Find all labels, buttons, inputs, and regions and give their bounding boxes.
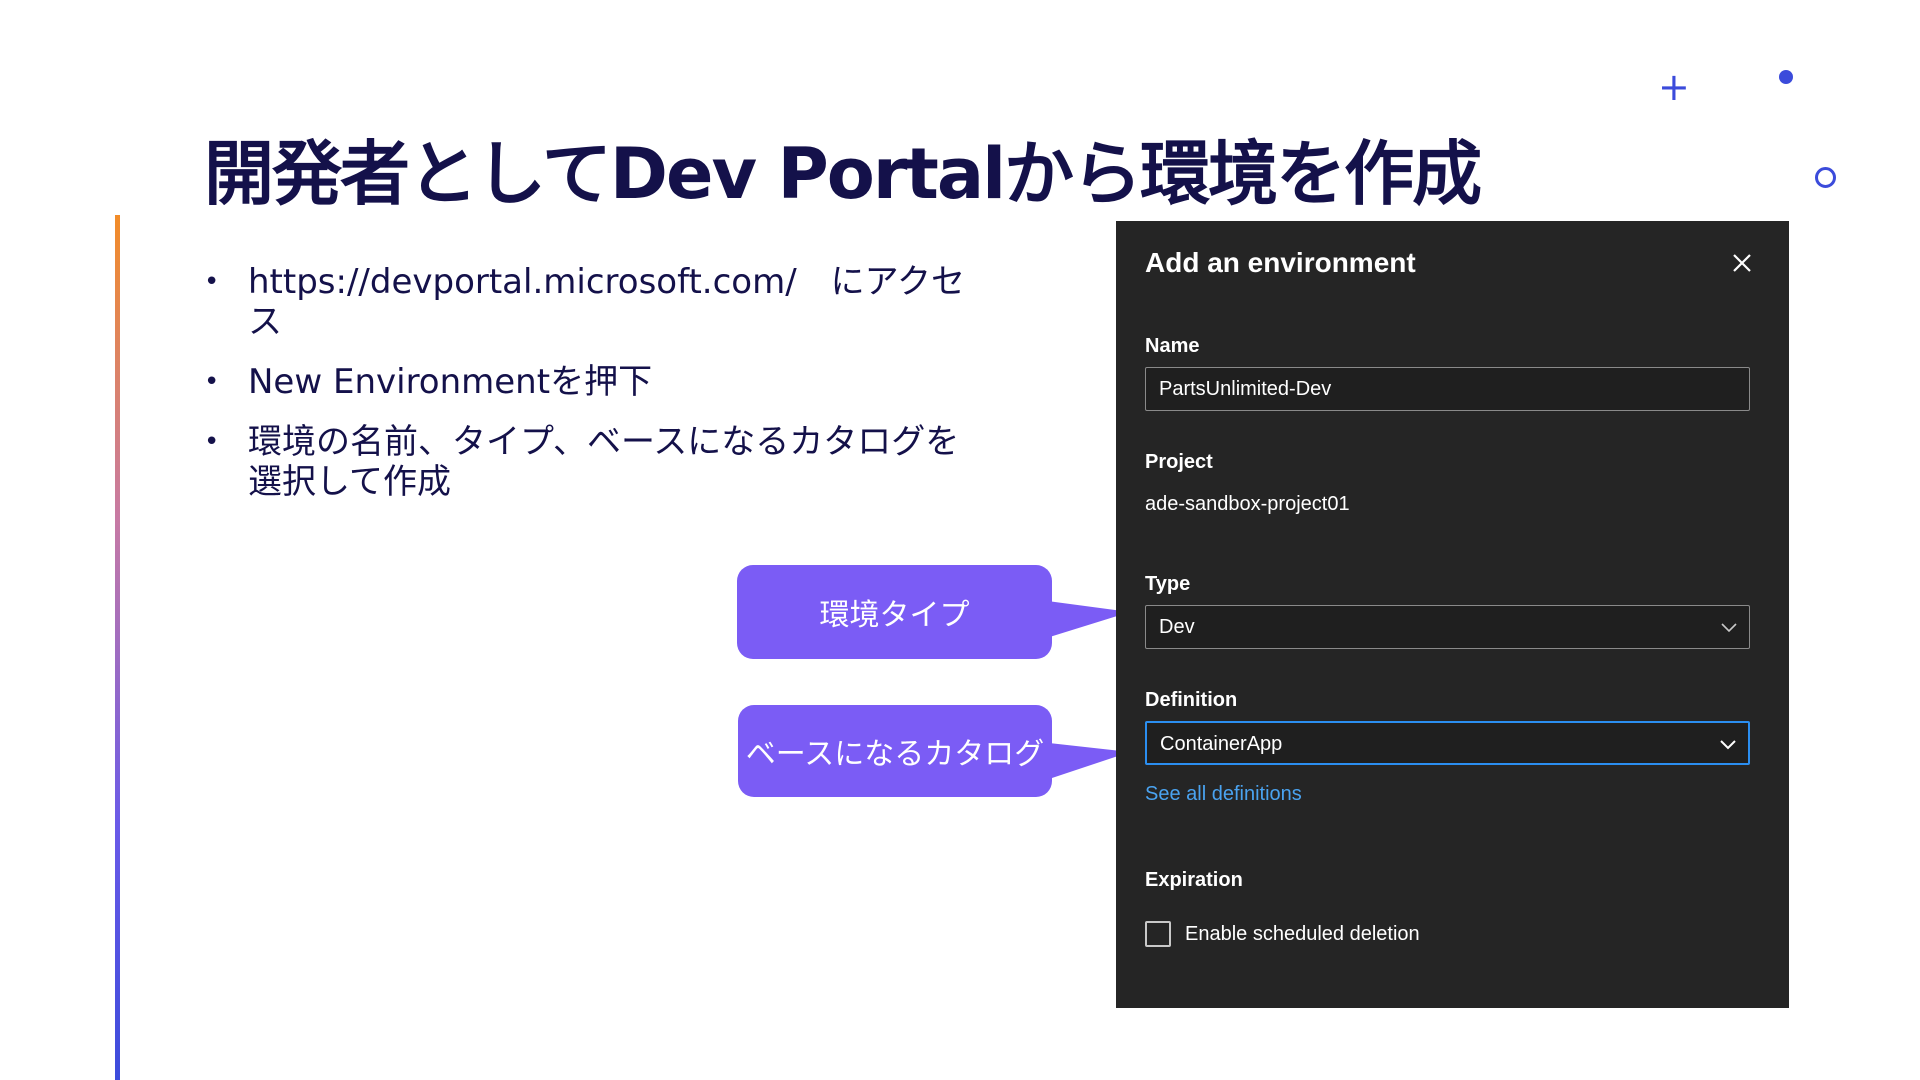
add-environment-dialog: Add an environment Name Project ade-sand… (1116, 221, 1789, 1008)
scheduled-deletion-checkbox[interactable] (1145, 921, 1171, 947)
close-button[interactable] (1728, 249, 1756, 277)
callout-type-label: 環境タイプ (819, 598, 970, 633)
bullet-text: New Environmentを押下 (248, 362, 653, 402)
bullet-marker: • (204, 267, 220, 297)
bullet-marker: • (204, 427, 220, 457)
scheduled-deletion-row[interactable]: Enable scheduled deletion (1145, 921, 1420, 947)
bullet-item: • https://devportal.microsoft.com/ にアクセス (204, 262, 984, 342)
callout-catalog-label: ベースになるカタログ (745, 737, 1045, 772)
dialog-title: Add an environment (1145, 247, 1416, 278)
bullet-marker: • (204, 367, 220, 397)
bullet-text: https://devportal.microsoft.com/ にアクセス (248, 262, 965, 342)
dot-decoration-icon (1779, 70, 1793, 84)
accent-line (115, 215, 120, 1080)
bullet-item: • 環境の名前、タイプ、ベースになるカタログを選択して作成 (204, 422, 984, 502)
bullet-list: • https://devportal.microsoft.com/ にアクセス… (204, 262, 984, 522)
callout-base-catalog: ベースになるカタログ (738, 705, 1052, 797)
slide-title: 開発者としてDev Portalから環境を作成 (204, 133, 1482, 215)
type-dropdown[interactable]: Dev (1145, 605, 1750, 649)
callout-environment-type: 環境タイプ (737, 565, 1052, 659)
bullet-item: • New Environmentを押下 (204, 362, 984, 402)
plus-decoration-icon: + (1658, 65, 1690, 109)
project-value: ade-sandbox-project01 (1145, 493, 1350, 515)
close-icon (1733, 254, 1751, 272)
chevron-down-icon (1721, 623, 1737, 633)
scheduled-deletion-label: Enable scheduled deletion (1185, 922, 1420, 945)
bullet-text: 環境の名前、タイプ、ベースになるカタログを選択して作成 (248, 422, 960, 502)
definition-selected-value: ContainerApp (1160, 733, 1283, 755)
expiration-label: Expiration (1145, 869, 1243, 891)
see-all-definitions-link[interactable]: See all definitions (1145, 783, 1302, 806)
definition-label: Definition (1145, 689, 1238, 711)
type-label: Type (1145, 573, 1191, 595)
definition-dropdown[interactable]: ContainerApp (1145, 721, 1750, 765)
type-selected-value: Dev (1159, 616, 1195, 638)
slide: 開発者としてDev Portalから環境を作成 + • https://devp… (0, 0, 1920, 1080)
project-label: Project (1145, 451, 1213, 473)
ring-decoration-icon (1815, 167, 1836, 188)
name-input[interactable] (1145, 367, 1750, 411)
chevron-down-icon (1720, 740, 1736, 750)
name-label: Name (1145, 335, 1200, 357)
